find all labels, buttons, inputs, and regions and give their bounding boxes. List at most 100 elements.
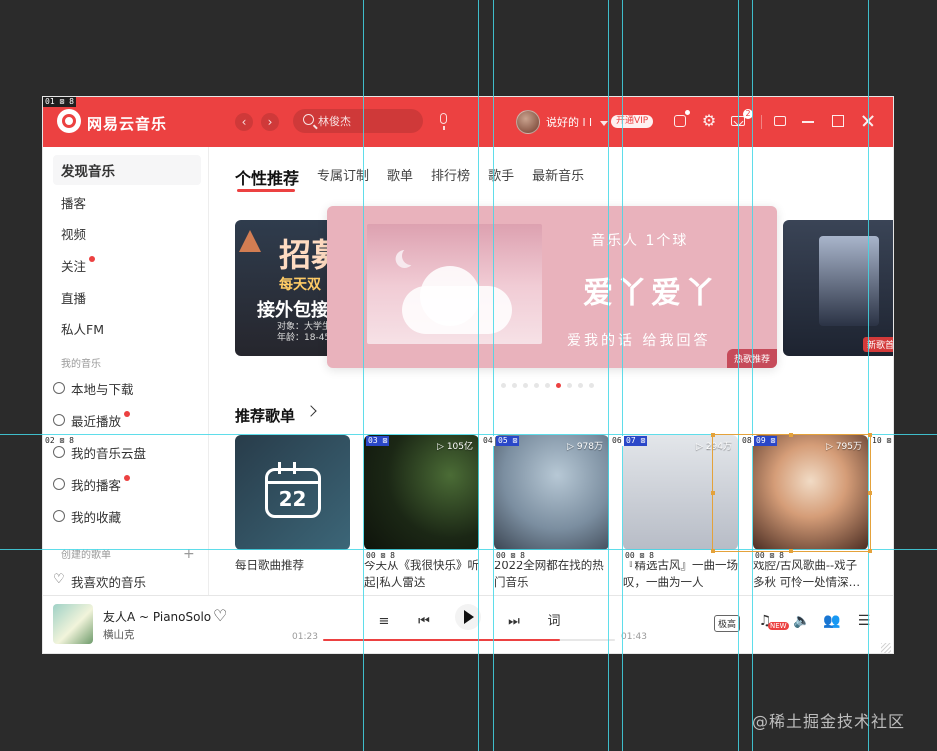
playlist-card[interactable]: ▷ 105亿 今天从《我很快乐》听起|私人雷达 (364, 435, 479, 591)
window-resize-handle[interactable] (881, 643, 891, 653)
sidebar-item-collection[interactable]: 我的收藏 (53, 501, 201, 531)
close-icon[interactable] (859, 112, 877, 130)
playlist-cover: ▷ 105亿 (364, 435, 479, 550)
playlist-title[interactable]: 『精选古风』一曲一场叹，一曲为一人 (623, 557, 738, 591)
next-icon[interactable]: ⏭ (506, 614, 522, 630)
sidebar-item-podcast[interactable]: 播客 (53, 187, 201, 217)
playlist-icon[interactable]: ☰ (855, 612, 873, 630)
sidebar-item-private-fm[interactable]: 私人FM (53, 313, 201, 343)
playlist-title[interactable]: 戏腔/古风歌曲--戏子多秋 可怜一处情深… (753, 557, 868, 591)
chevron-down-icon[interactable] (600, 121, 608, 126)
tab-charts[interactable]: 排行榜 (431, 165, 470, 189)
search-placeholder: 林俊杰 (318, 115, 351, 128)
audio-quality-button[interactable]: 极高 (714, 615, 741, 632)
playlist-title[interactable]: 2022全网都在找的热门音乐 (494, 557, 609, 591)
playlist-card[interactable]: ▷ 795万 戏腔/古风歌曲--戏子多秋 可怜一处情深… (753, 435, 868, 591)
volume-icon[interactable]: 🔈 (793, 612, 811, 630)
add-playlist-button[interactable]: + (183, 546, 195, 562)
vip-badge[interactable]: 开通VIP (611, 115, 654, 128)
banner-dot[interactable] (545, 383, 550, 388)
overlay-tag: 07 ⊠ (624, 436, 648, 446)
banner-dot[interactable] (523, 383, 528, 388)
user-avatar[interactable] (516, 110, 540, 134)
banner-dot[interactable] (567, 383, 572, 388)
listen-together-icon[interactable]: 👥 (823, 612, 841, 630)
cloud-icon (53, 446, 65, 458)
now-playing-cover[interactable] (53, 604, 93, 644)
banner-dot[interactable] (501, 383, 506, 388)
cloud-illustration (402, 266, 512, 334)
banner-dot[interactable] (556, 383, 561, 388)
banner-dot[interactable] (512, 383, 517, 388)
sidebar-item-video[interactable]: 视频 (53, 218, 201, 248)
playlist-cover: ▷ 795万 (753, 435, 868, 550)
sidebar-item-my-podcast[interactable]: 我的播客 (53, 469, 201, 499)
watermark: @稀土掘金技术社区 (752, 712, 906, 731)
chevron-right-icon[interactable] (305, 405, 317, 417)
sidebar-item-recent[interactable]: 最近播放 (53, 405, 201, 435)
playlist-mode-icon[interactable]: ≡ (376, 614, 392, 630)
tab-playlists[interactable]: 歌单 (387, 165, 413, 189)
play-count: ▷ 294万 (696, 442, 732, 452)
banner-right[interactable]: 新歌首发 (783, 220, 893, 356)
tab-new-music[interactable]: 最新音乐 (532, 165, 584, 189)
app-title: 网易云音乐 (87, 115, 168, 133)
now-playing-title[interactable]: 友人A ~ PianoSolo (103, 608, 211, 625)
gear-icon[interactable]: ⚙ (700, 112, 718, 130)
sidebar-item-label: 私人FM (61, 321, 104, 337)
forward-button[interactable]: › (261, 113, 279, 131)
back-button[interactable]: ‹ (235, 113, 253, 131)
sidebar-item-live[interactable]: 直播 (53, 282, 201, 312)
netease-logo-icon (57, 109, 81, 133)
banner-center-subtitle: 爱我的话 给我回答 (567, 333, 711, 349)
notification-dot (89, 256, 96, 262)
maximize-icon[interactable] (829, 112, 847, 130)
calendar-icon: 22 (264, 461, 321, 518)
banner-center[interactable]: 音乐人 1个球 爱丫爱丫 爱我的话 给我回答 热歌推荐 (327, 206, 777, 368)
progress-bar[interactable] (323, 639, 615, 641)
now-playing-artist[interactable]: 横山克 (103, 627, 135, 642)
banner-dot[interactable] (589, 383, 594, 388)
sidebar-item-label: 视频 (61, 226, 87, 242)
sidebar-item-liked[interactable]: 我喜欢的音乐 (53, 566, 201, 596)
notification-dot (124, 411, 131, 417)
overlay-tag: 10 ⊠ (870, 436, 894, 446)
sidebar: 发现音乐 播客 视频 关注 直播 私人FM 我的音乐 本地与下载 最近播放 我的… (43, 147, 209, 639)
search-box[interactable]: 林俊杰 (293, 109, 423, 133)
banner-center-kicker: 音乐人 1个球 (591, 233, 689, 249)
sidebar-item-label: 直播 (61, 290, 87, 306)
like-icon[interactable]: ♡ (213, 606, 227, 625)
sidebar-item-discover[interactable]: 发现音乐 (53, 155, 201, 185)
playlist-title[interactable]: 每日歌曲推荐 (235, 557, 350, 591)
overlay-tag: 04 (481, 436, 495, 446)
recommended-playlists-title[interactable]: 推荐歌单 (235, 405, 295, 426)
lyrics-button[interactable]: 词 (546, 614, 562, 630)
playlist-cover: 22 (235, 435, 350, 550)
tab-custom[interactable]: 专属订制 (317, 165, 369, 189)
sidebar-item-local-download[interactable]: 本地与下载 (53, 373, 201, 403)
sidebar-item-label: 关注 (61, 258, 87, 274)
title-bar: 网易云音乐 ‹ › 林俊杰 说好的 l l 开通VIP ⚙ 2 (43, 97, 893, 147)
minimize-icon[interactable] (799, 112, 817, 130)
username[interactable]: 说好的 l l (546, 114, 592, 130)
banner-dot[interactable] (578, 383, 583, 388)
play-count-value: 978万 (576, 442, 603, 452)
sidebar-item-follow[interactable]: 关注 (53, 250, 201, 280)
sidebar-item-label: 我的收藏 (71, 509, 122, 525)
mic-icon[interactable] (435, 112, 453, 130)
playlist-card[interactable]: ▷ 978万 2022全网都在找的热门音乐 (494, 435, 609, 591)
overlay-tag: 06 (610, 436, 624, 446)
previous-icon[interactable]: ⏮ (416, 614, 432, 630)
banner-dot[interactable] (534, 383, 539, 388)
banner-right-tag: 新歌首发 (862, 337, 893, 352)
overlay-tag: 01 ⊠ 8 (43, 97, 76, 107)
mini-mode-icon[interactable] (771, 112, 789, 130)
tab-artists[interactable]: 歌手 (488, 165, 514, 189)
play-button[interactable] (455, 604, 481, 630)
playlist-card[interactable]: ▷ 294万 『精选古风』一曲一场叹，一曲为一人 (623, 435, 738, 591)
playlist-card-daily[interactable]: 22 每日歌曲推荐 (235, 435, 350, 591)
sidebar-item-label: 最近播放 (71, 413, 122, 429)
overlay-tag: 00 ⊠ 8 (494, 551, 527, 561)
tab-personal-recommend[interactable]: 个性推荐 (235, 165, 299, 189)
playlist-title[interactable]: 今天从《我很快乐》听起|私人雷达 (364, 557, 479, 591)
